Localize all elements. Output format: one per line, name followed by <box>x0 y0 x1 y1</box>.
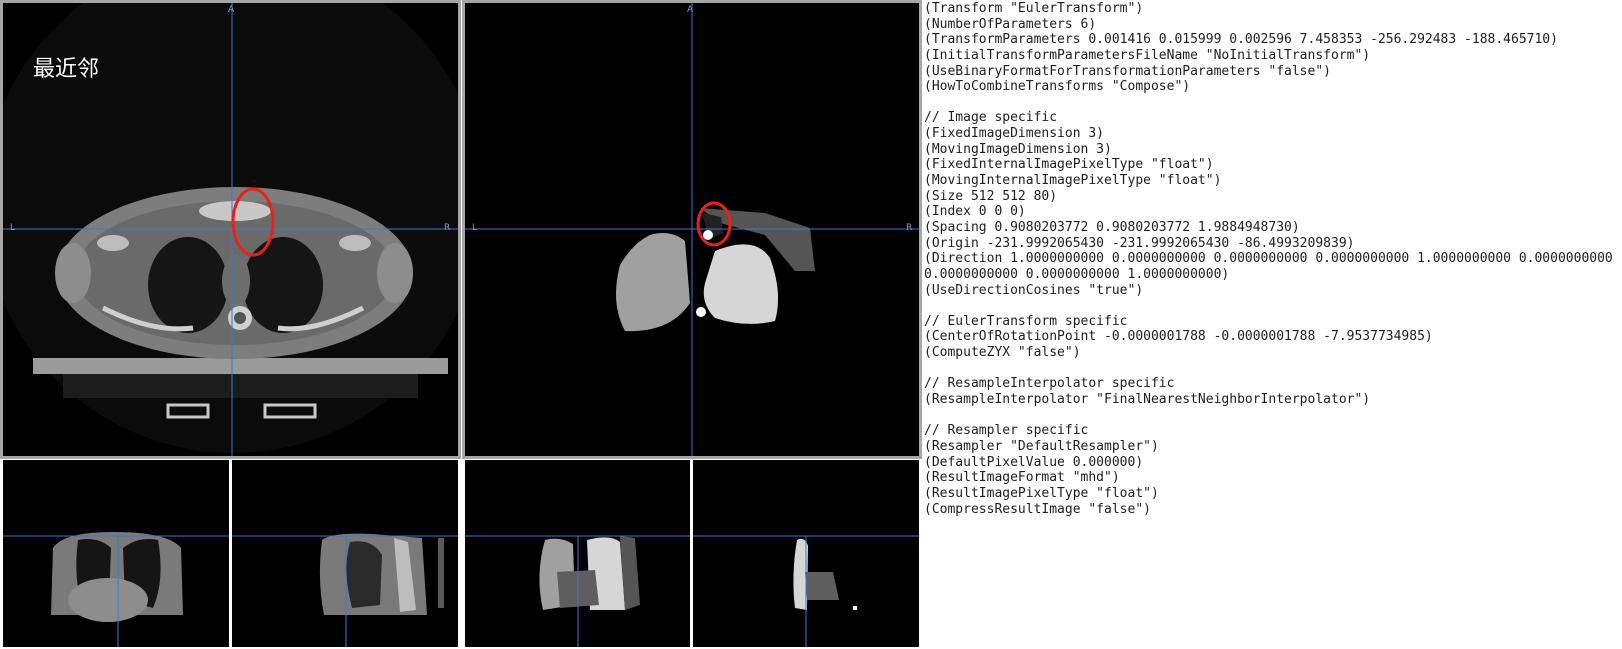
param-line: (ResampleInterpolator "FinalNearestNeigh… <box>924 392 1371 408</box>
transform-parameter-file[interactable]: (Transform "EulerTransform") (NumberOfPar… <box>924 1 1620 647</box>
param-line: // EulerTransform specific <box>924 313 1128 329</box>
param-line: (MovingInternalImagePixelType "float") <box>924 173 1222 189</box>
param-line: (UseDirectionCosines "true") <box>924 282 1144 298</box>
param-line: (ResultImageFormat "mhd") <box>924 470 1120 486</box>
param-line: (Size 512 512 80) <box>924 188 1058 204</box>
method-label: 最近邻 <box>33 57 100 82</box>
coronal-ct-image <box>3 532 229 647</box>
param-line: (FixedInternalImagePixelType "float") <box>924 157 1214 173</box>
param-line: (CompressResultImage "false") <box>924 501 1151 517</box>
param-line: // ResampleInterpolator specific <box>924 376 1175 392</box>
param-line: (UseBinaryFormatForTransformationParamet… <box>924 63 1331 79</box>
param-line: (FixedImageDimension 3) <box>924 126 1105 142</box>
param-line <box>924 298 1620 314</box>
param-line: (Spacing 0.9080203772 0.9080203772 1.988… <box>924 219 1300 235</box>
param-line: (Index 0 0 0) <box>924 204 1026 220</box>
sagittal-ct-view[interactable] <box>232 460 458 647</box>
coronal-segmentation-image <box>465 535 690 647</box>
param-line: (DefaultPixelValue 0.000000) <box>924 454 1144 470</box>
param-line: (Resampler "DefaultResampler") <box>924 438 1159 454</box>
param-line: (HowToCombineTransforms "Compose") <box>924 79 1191 95</box>
orientation-right-marker: R <box>906 223 913 233</box>
orientation-right-marker: R <box>444 223 451 233</box>
axial-ct-view[interactable]: A L R 最近邻 <box>3 3 458 456</box>
param-line: (MovingImageDimension 3) <box>924 141 1112 157</box>
orientation-left-marker: L <box>10 223 16 233</box>
param-line <box>924 95 1620 111</box>
orientation-top-marker: A <box>687 5 694 15</box>
sagittal-segmentation-image <box>693 535 919 647</box>
axial-segmentation-view[interactable]: A L R <box>465 3 919 456</box>
param-line: (ResultImagePixelType "float") <box>924 485 1159 501</box>
orientation-left-marker: L <box>472 223 478 233</box>
param-line: // Resampler specific <box>924 423 1089 439</box>
param-line <box>924 408 1620 424</box>
param-line: (Origin -231.9992065430 -231.9992065430 … <box>924 235 1355 251</box>
coronal-ct-view[interactable] <box>3 460 229 647</box>
sagittal-ct-image <box>232 533 458 647</box>
param-line: (Direction 1.0000000000 0.0000000000 0.0… <box>924 251 1613 267</box>
axial-segmentation-image <box>465 3 919 456</box>
param-line: (TransformParameters 0.001416 0.015999 0… <box>924 32 1558 48</box>
orientation-top-marker: A <box>228 5 235 15</box>
param-line: (InitialTransformParametersFileName "NoI… <box>924 47 1371 63</box>
param-line: (CenterOfRotationPoint -0.0000001788 -0.… <box>924 329 1433 345</box>
sagittal-segmentation-view[interactable] <box>693 460 919 647</box>
param-line: (NumberOfParameters 6) <box>924 16 1097 32</box>
param-line: (Transform "EulerTransform") <box>924 1 1144 16</box>
param-line: 0.0000000000 0.0000000000 1.0000000000) <box>924 266 1230 282</box>
coronal-segmentation-view[interactable] <box>465 460 690 647</box>
param-line: (ComputeZYX "false") <box>924 345 1081 361</box>
param-line: // Image specific <box>924 110 1058 126</box>
param-line <box>924 361 1620 377</box>
